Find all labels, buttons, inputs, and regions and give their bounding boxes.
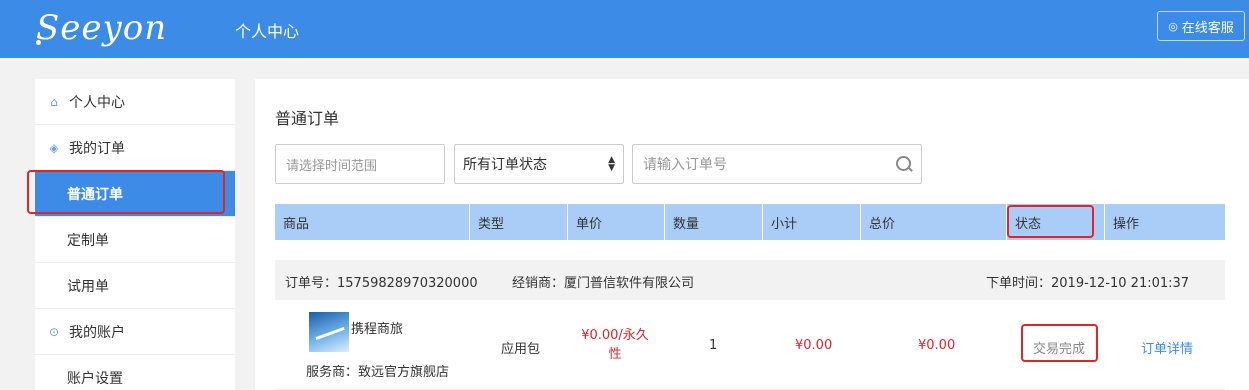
order-search-placeholder: 请输入订单号 bbox=[643, 157, 727, 173]
sidebar-item-label: 试用单 bbox=[67, 278, 109, 295]
online-service-label: 在线客服 bbox=[1181, 20, 1234, 36]
product-thumbnail[interactable] bbox=[309, 312, 349, 352]
subtotal: ¥0.00 bbox=[795, 338, 833, 353]
order-search-input[interactable]: 请输入订单号 bbox=[632, 144, 922, 184]
account-icon: ⊙ bbox=[48, 324, 60, 339]
column-header-action: 操作 bbox=[1113, 216, 1140, 232]
header-title: 个人中心 bbox=[235, 22, 300, 41]
highlight-outline-active-item bbox=[27, 170, 225, 214]
product-type: 应用包 bbox=[501, 342, 541, 357]
page-title: 普通订单 bbox=[275, 109, 340, 128]
highlight-outline-status-cell bbox=[1021, 324, 1098, 362]
quantity: 1 bbox=[709, 338, 718, 353]
column-header-type: 类型 bbox=[470, 204, 568, 240]
sidebar-item-label: 账户设置 bbox=[67, 370, 123, 387]
order-detail-link[interactable]: 订单详情 bbox=[1141, 338, 1193, 357]
column-header-subtotal: 小计 bbox=[763, 204, 861, 240]
sidebar-item-label: 个人中心 bbox=[69, 94, 125, 111]
order-time: 下单时间：2019-12-10 21:01:37 bbox=[986, 276, 1190, 291]
sidebar-item-label: 定制单 bbox=[67, 232, 109, 249]
product-seller: 服务商：致远官方旗舰店 bbox=[306, 365, 450, 380]
sidebar-item-label: 我的订单 bbox=[69, 140, 125, 157]
sidebar-item-my-account[interactable]: ⊙ 我的账户 bbox=[35, 309, 235, 355]
logo-dot bbox=[36, 40, 41, 45]
sidebar: ⌂ 个人中心 ◈ 我的订单 普通订单 定制单 试用单 ⊙ 我的账户 账户设置 bbox=[35, 79, 235, 390]
product-name[interactable]: 携程商旅 bbox=[351, 318, 403, 337]
column-header-product: 商品 bbox=[275, 204, 470, 240]
unit-price-line2: 性 bbox=[608, 347, 622, 362]
order-dealer: 经销商：厦门普信软件有限公司 bbox=[512, 276, 695, 291]
sidebar-item-account-settings[interactable]: 账户设置 bbox=[35, 355, 235, 390]
sidebar-item-label: 我的账户 bbox=[69, 324, 125, 341]
total-price: ¥0.00 bbox=[918, 338, 956, 353]
column-header-quantity: 数量 bbox=[665, 204, 763, 240]
online-service-button[interactable]: ◎ 在线客服 bbox=[1157, 11, 1245, 41]
sidebar-item-my-orders[interactable]: ◈ 我的订单 bbox=[35, 125, 235, 171]
search-icon[interactable] bbox=[895, 155, 913, 173]
unit-price: ¥0.00/永久 性 bbox=[575, 326, 655, 364]
layers-icon: ◈ bbox=[49, 140, 59, 155]
highlight-outline-status-header bbox=[1007, 205, 1094, 238]
date-range-input[interactable]: 请选择时间范围 bbox=[275, 144, 445, 184]
headset-icon: ◎ bbox=[1168, 19, 1178, 33]
date-range-placeholder: 请选择时间范围 bbox=[286, 158, 378, 174]
order-status-select[interactable]: 所有订单状态 ▲ ▼ bbox=[454, 144, 624, 184]
order-info-bar: 订单号：15759828970320000 经销商：厦门普信软件有限公司 下单时… bbox=[275, 260, 1225, 300]
sidebar-item-custom-orders[interactable]: 定制单 bbox=[35, 217, 235, 263]
order-status-value: 所有订单状态 bbox=[463, 157, 547, 173]
sidebar-item-personal-center[interactable]: ⌂ 个人中心 bbox=[35, 79, 235, 125]
unit-price-line1: ¥0.00/永久 bbox=[581, 328, 649, 343]
home-icon: ⌂ bbox=[50, 94, 58, 109]
sidebar-item-trial-orders[interactable]: 试用单 bbox=[35, 263, 235, 309]
column-header-total: 总价 bbox=[861, 204, 1007, 240]
select-arrows-icon: ▲ ▼ bbox=[608, 155, 615, 173]
column-header-price: 单价 bbox=[568, 204, 665, 240]
main-panel: 普通订单 请选择时间范围 所有订单状态 ▲ ▼ 请输入订单号 商品 类型 单价 数… bbox=[255, 79, 1249, 390]
order-number: 订单号：15759828970320000 bbox=[285, 276, 478, 291]
seeyon-logo[interactable]: Seeyon bbox=[36, 8, 167, 48]
top-navbar: Seeyon 个人中心 ◎ 在线客服 bbox=[0, 0, 1249, 58]
